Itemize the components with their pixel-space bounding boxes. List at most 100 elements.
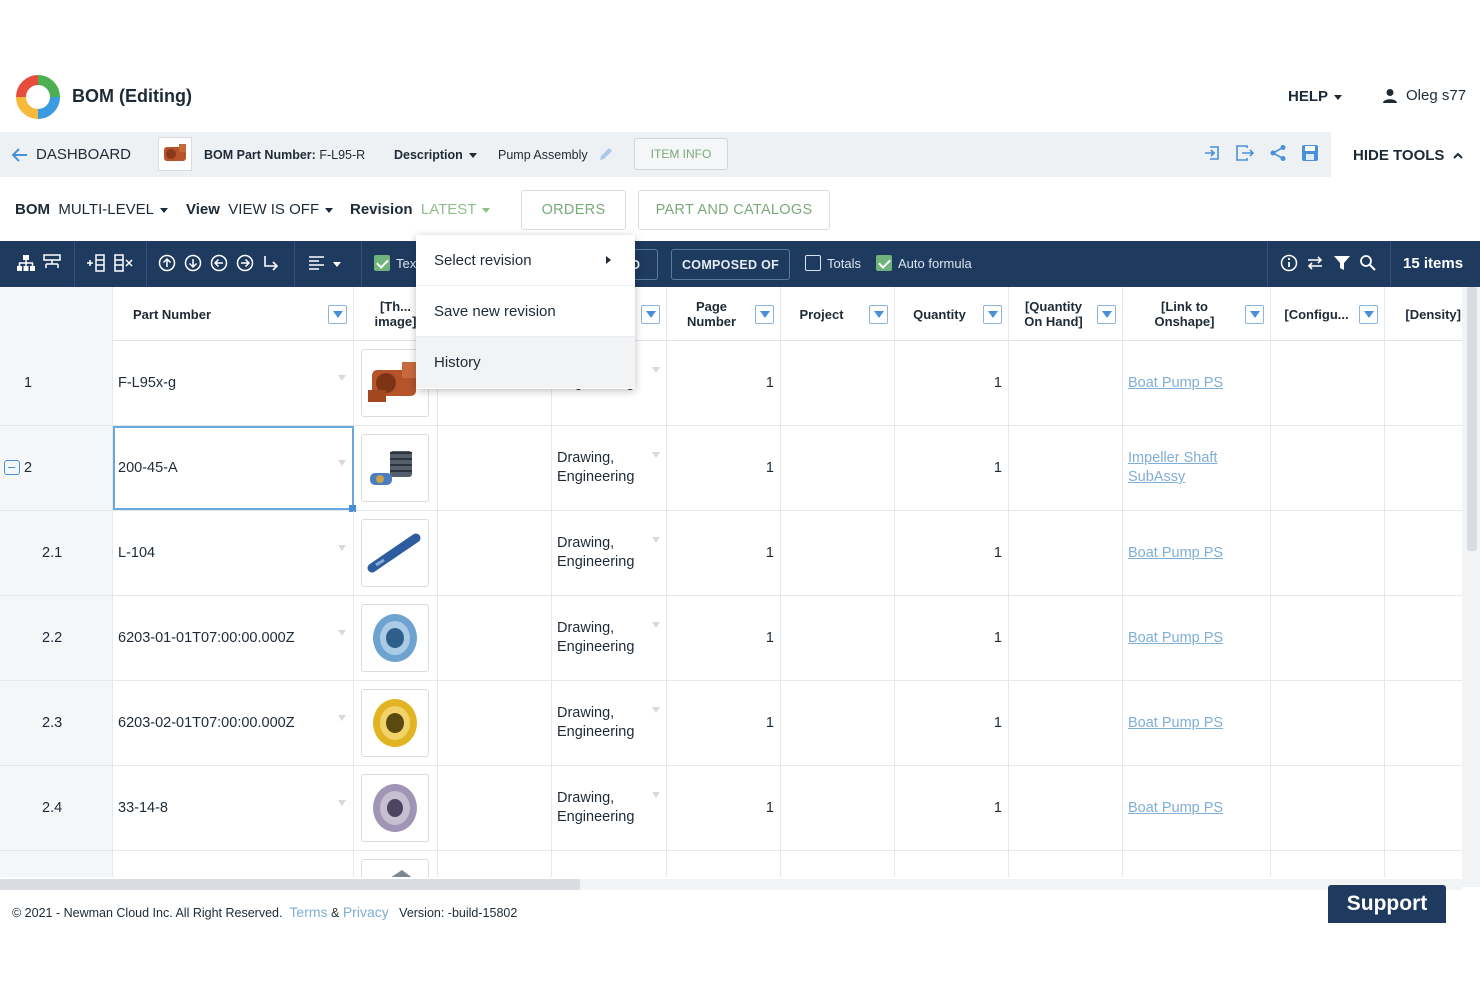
part-thumbnail[interactable] [361,689,429,757]
chevron-down-icon[interactable] [338,630,346,636]
chevron-down-icon[interactable] [652,452,660,458]
column-header-project[interactable]: Project [781,287,895,341]
dashboard-link[interactable]: DASHBOARD [12,146,131,163]
onshape-link-line2[interactable]: SubAssy [1128,468,1185,487]
table-row[interactable]: 2.4 33-14-8 Drawing, Engineering 1 1 Boat Pump… [0,766,1462,851]
arrow-down-circle-icon[interactable] [184,254,202,272]
configuration-cell[interactable] [1271,511,1385,595]
part-number-cell[interactable] [113,851,354,877]
quantity-cell[interactable]: 1 [895,766,1009,850]
onshape-link[interactable]: Boat Pump PS [1128,544,1223,563]
hidden-column-cell[interactable] [438,766,552,850]
hidden-column-cell[interactable] [438,426,552,510]
part-thumbnail[interactable] [158,137,192,171]
part-thumbnail[interactable] [361,774,429,842]
onshape-link-cell[interactable]: Boat Pump PS [1123,341,1271,425]
app-logo-icon[interactable] [15,74,61,120]
table-row[interactable]: 2 200-45-A Drawing, Engineering 1 1 Impeller S… [0,426,1462,512]
collapse-row-icon[interactable] [4,460,20,475]
hidden-column-cell[interactable] [438,511,552,595]
revision-dropdown[interactable]: Revision LATEST [350,201,491,218]
configuration-cell[interactable] [1271,426,1385,510]
density-cell[interactable] [1385,851,1462,877]
arrow-left-circle-icon[interactable] [210,254,228,272]
menu-item-history[interactable]: History [416,337,635,388]
column-header-part-number[interactable]: Part Number [113,287,354,341]
project-cell[interactable] [781,681,895,765]
onshape-link[interactable]: Boat Pump PS [1128,629,1223,648]
project-cell[interactable] [781,341,895,425]
column-header-page-number[interactable]: Page Number [667,287,781,341]
project-cell[interactable] [781,511,895,595]
onshape-link[interactable]: Boat Pump PS [1128,799,1223,818]
privacy-link[interactable]: Privacy [343,904,389,920]
column-filter-icon[interactable] [1097,305,1116,324]
hidden-column-cell[interactable] [438,851,552,877]
part-thumbnail[interactable] [361,859,429,877]
onshape-link[interactable]: Boat Pump PS [1128,714,1223,733]
part-and-catalogs-button[interactable]: PART AND CATALOGS [638,190,830,230]
chevron-down-icon[interactable] [652,707,660,713]
view-dropdown[interactable]: View VIEW IS OFF [186,201,334,218]
arrow-right-circle-icon[interactable] [236,254,254,272]
collapse-hierarchy-icon[interactable] [42,254,62,272]
part-number-cell[interactable]: 33-14-8 [113,766,354,850]
hide-tools-button[interactable]: HIDE TOOLS [1353,147,1463,164]
column-header-quantity-on-hand[interactable]: [Quantity On Hand] [1009,287,1123,341]
page-number-cell[interactable]: 1 [667,596,781,680]
remove-column-icon[interactable] [113,254,133,272]
row-index-cell[interactable]: 2.4 [0,766,113,850]
quantity-on-hand-cell[interactable] [1009,426,1123,510]
quantity-cell[interactable]: 1 [895,426,1009,510]
column-header-density[interactable]: [Density] [1385,287,1462,341]
vertical-scrollbar[interactable] [1462,287,1480,887]
configuration-cell[interactable] [1271,851,1385,877]
bom-level-dropdown[interactable]: BOM MULTI-LEVEL [15,201,168,218]
page-number-cell[interactable]: 1 [667,766,781,850]
chevron-down-icon[interactable] [652,367,660,373]
onshape-link-cell[interactable]: Boat Pump PS [1123,511,1271,595]
page-number-cell[interactable]: 1 [667,426,781,510]
configuration-cell[interactable] [1271,596,1385,680]
table-row[interactable]: 2.3 6203-02-01T07:00:00.000Z Drawing, Engin… [0,681,1462,766]
table-row[interactable]: 2.2 6203-01-01T07:00:00.000Z Drawing, Engin… [0,596,1462,681]
column-filter-icon[interactable] [1359,305,1378,324]
text-checkbox[interactable]: Tex [374,255,416,271]
column-header-quantity[interactable]: Quantity [895,287,1009,341]
document-cell[interactable]: Drawing, Engineering [552,511,667,595]
project-cell[interactable] [781,596,895,680]
document-cell[interactable]: Drawing, Engineering [552,766,667,850]
filter-icon[interactable] [1333,254,1351,272]
document-cell[interactable]: Drawing [552,851,667,877]
document-cell[interactable]: Drawing, Engineering [552,426,667,510]
description-dropdown[interactable]: Description [394,148,477,162]
totals-checkbox[interactable]: Totals [805,255,861,271]
density-cell[interactable] [1385,511,1462,595]
row-index-cell[interactable]: 2.2 [0,596,113,680]
horizontal-scrollbar-thumb[interactable] [0,879,580,890]
search-icon[interactable] [1359,254,1377,272]
quantity-cell[interactable]: 1 [895,341,1009,425]
part-number-cell[interactable]: 6203-01-01T07:00:00.000Z [113,596,354,680]
help-menu[interactable]: HELP [1288,88,1343,105]
column-filter-icon[interactable] [641,305,660,324]
quantity-cell[interactable]: 1 [895,681,1009,765]
chevron-down-icon[interactable] [338,800,346,806]
configuration-cell[interactable] [1271,681,1385,765]
project-cell[interactable] [781,426,895,510]
quantity-cell[interactable] [895,851,1009,877]
column-filter-icon[interactable] [755,305,774,324]
column-filter-icon[interactable] [983,305,1002,324]
onshape-link[interactable]: Impeller Shaft [1128,449,1217,468]
add-column-icon[interactable] [86,254,106,272]
page-number-cell[interactable]: 1 [667,681,781,765]
page-number-cell[interactable] [667,851,781,877]
column-header-link-to-onshape[interactable]: [Link to Onshape] [1123,287,1271,341]
export-icon[interactable] [1235,144,1255,162]
pencil-icon[interactable] [598,146,614,162]
chevron-down-icon[interactable] [338,375,346,381]
item-info-button[interactable]: ITEM INFO [634,138,728,170]
project-cell[interactable] [781,851,895,877]
column-header-index[interactable] [0,287,113,341]
auto-formula-checkbox[interactable]: Auto formula [876,255,972,271]
